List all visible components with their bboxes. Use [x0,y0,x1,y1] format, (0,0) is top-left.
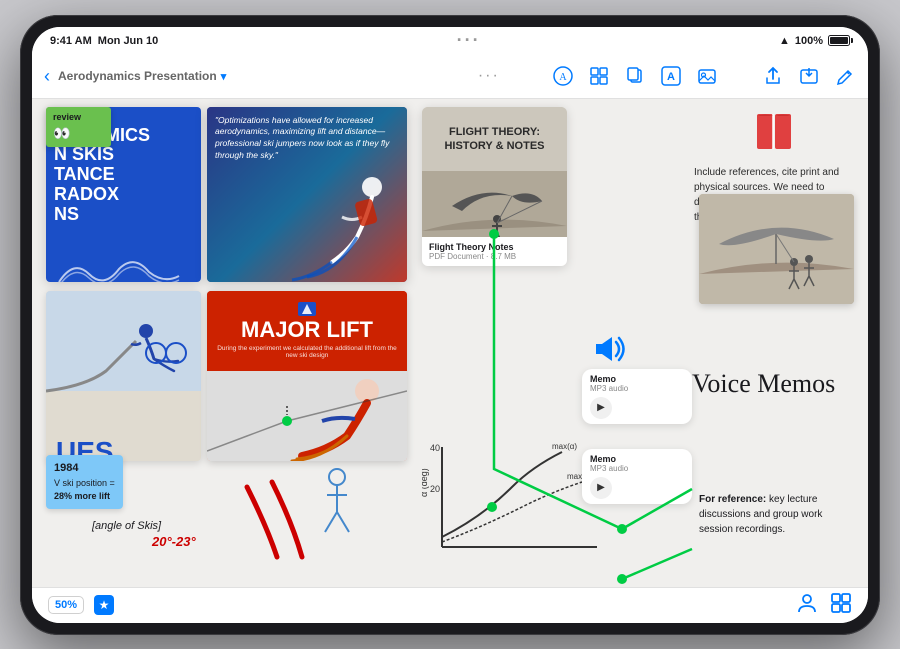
sticky-eyes: 👀 [53,125,104,142]
graph-svg: α (deg) max(α) max(α₁/α₂) 40 20 [422,437,602,567]
toolbar: ‹ Aerodynamics Presentation ▾ ··· A A [32,55,868,99]
status-left: 9:41 AM Mon Jun 10 [50,35,158,47]
voice-memo-1-card[interactable]: Memo MP3 audio ▶ [582,369,692,430]
copy-icon[interactable] [624,65,646,87]
major-lift-title: MAJOR LIFT [241,319,373,341]
svg-text:max(α): max(α) [552,442,577,451]
stat-note-1984[interactable]: 1984 V ski position = 28% more lift [46,455,123,509]
hist-photo-img [699,194,854,304]
text-a-icon[interactable]: A [660,65,682,87]
stat-value: 28% more lift [54,490,115,504]
sticky-review-note[interactable]: review 👀 [46,107,111,147]
memo-ref-text: For reference: key lecture discussions a… [699,492,854,537]
vm2-play-button[interactable]: ▶ [590,477,612,499]
dropdown-arrow[interactable]: ▾ [221,70,227,83]
star-button[interactable]: ★ [94,595,114,615]
photo-icon[interactable] [696,65,718,87]
speaker-icon [592,334,628,372]
date: Mon Jun 10 [98,35,159,47]
vm2-label: Memo [590,454,684,464]
vm1-sub: MP3 audio [590,384,684,393]
svg-text:40: 40 [430,443,440,453]
bottom-bar: 50% ★ [32,587,868,623]
stat-detail: V ski position = [54,477,115,491]
voice-memo-2-card[interactable]: Memo MP3 audio ▶ [582,449,692,510]
slide-major-lift[interactable]: MAJOR LIFT During the experiment we calc… [207,291,407,461]
vm2-sub: MP3 audio [590,464,684,473]
book-icon [749,109,799,154]
skier-quote: "Optimizations have allowed for increase… [215,115,399,163]
slide-ski-jump[interactable]: UES [46,291,201,461]
canvas: NS DYNAMICSN SKISTANCERADOXNS review 👀 [32,99,868,587]
document-title: Aerodynamics Presentation ▾ [58,69,426,83]
voice-memos-title: Voice Memos [692,369,835,399]
angle-text: 20°-23° [152,534,196,549]
historical-photo[interactable] [699,194,854,304]
circle-a-icon[interactable]: A [552,65,574,87]
pdf-cover-image [422,171,567,236]
ski-illustration [217,457,397,567]
screen: 9:41 AM Mon Jun 10 ··· ▲ 100% ‹ Aerodyna… [32,27,868,623]
person-icon[interactable] [796,592,818,619]
wifi-icon: ▲ [779,35,790,47]
grid-icon[interactable] [588,65,610,87]
device: 9:41 AM Mon Jun 10 ··· ▲ 100% ‹ Aerodyna… [20,15,880,635]
zoom-level[interactable]: 50% [48,596,84,614]
bottom-bar-right [796,592,852,619]
back-button[interactable]: ‹ [44,66,50,87]
graph-area: α (deg) max(α) max(α₁/α₂) 40 20 [422,437,602,567]
svg-text:A: A [559,72,567,83]
status-right: ▲ 100% [779,35,850,47]
edit-icon[interactable] [834,65,856,87]
major-lift-body: During the experiment we calculated the … [215,345,399,359]
battery-icon [828,35,850,46]
vm1-label: Memo [590,374,684,384]
svg-text:20: 20 [430,484,440,494]
battery-pct: 100% [795,35,823,47]
angle-label: [angle of Skis] [92,520,161,532]
svg-text:α (deg): α (deg) [422,468,429,497]
toolbar-icons: A A [552,65,856,87]
toolbar-dots: ··· [434,67,544,85]
slide-skier-photo[interactable]: "Optimizations have allowed for increase… [207,107,407,282]
sticky-label: review [53,112,104,122]
slides-grid-icon[interactable] [830,592,852,619]
speaker-svg [592,334,628,364]
pdf-meta: PDF Document · 8.7 MB [429,252,560,261]
time: 9:41 AM [50,35,92,47]
pdf-filename: Flight Theory Notes [429,242,560,252]
ski-jump-image: UES [46,291,201,461]
stat-year: 1984 [54,460,115,477]
share-icon[interactable] [762,65,784,87]
status-bar: 9:41 AM Mon Jun 10 ··· ▲ 100% [32,27,868,55]
vm1-play-button[interactable]: ▶ [590,397,612,419]
export-icon[interactable] [798,65,820,87]
major-lift-image [207,371,407,461]
svg-text:A: A [667,71,675,83]
pdf-footer: Flight Theory Notes PDF Document · 8.7 M… [422,237,567,266]
bottom-bar-left: 50% ★ [48,595,114,615]
pdf-title: FLIGHT THEORY: HISTORY & NOTES [432,117,557,162]
pdf-flight-theory[interactable]: FLIGHT THEORY: HISTORY & NOTES [422,107,567,266]
status-dots: ··· [457,30,481,51]
